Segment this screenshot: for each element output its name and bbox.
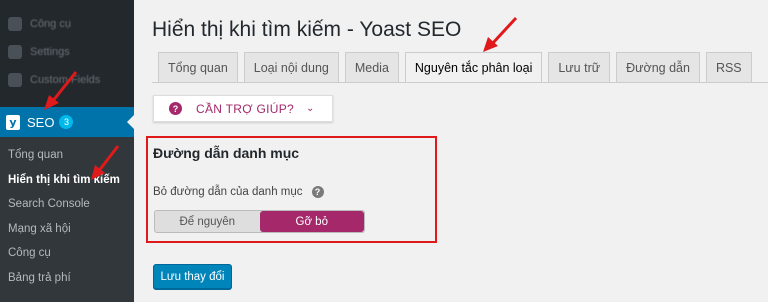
- tab-content-types[interactable]: Loại nội dung: [243, 52, 339, 83]
- annotation-arrow-icon: [44, 71, 78, 110]
- help-button[interactable]: ? CẦN TRỢ GIÚP? ⌄: [153, 95, 333, 122]
- submenu-item-social[interactable]: Mạng xã hội: [0, 217, 134, 242]
- tab-archives[interactable]: Lưu trữ: [548, 52, 611, 83]
- help-label: CẦN TRỢ GIÚP?: [196, 101, 294, 116]
- page-title: Hiển thị khi tìm kiếm - Yoast SEO: [152, 18, 462, 41]
- sidebar-item-blurred[interactable]: Settings: [0, 38, 134, 66]
- field-label-text: Bỏ đường dẫn của danh mục: [153, 186, 303, 198]
- annotation-arrow-icon: [483, 16, 518, 52]
- menu-icon: [8, 17, 22, 31]
- tab-overview[interactable]: Tổng quan: [158, 52, 238, 83]
- tab-rss[interactable]: RSS: [705, 52, 752, 83]
- annotation-arrow-icon: [91, 145, 120, 180]
- notification-badge: 3: [59, 115, 74, 129]
- sidebar-item-label: Settings: [30, 46, 70, 58]
- section-title: Đường dẫn danh mục: [153, 145, 300, 161]
- field-label: Bỏ đường dẫn của danh mục ?: [153, 186, 324, 198]
- tab-breadcrumbs[interactable]: Đường dẫn: [616, 52, 700, 83]
- chevron-down-icon: ⌄: [305, 103, 315, 114]
- submenu-item-tools[interactable]: Công cụ: [0, 241, 134, 266]
- sidebar-item-label: SEO: [27, 114, 55, 130]
- yoast-logo-icon: y: [6, 114, 20, 130]
- help-question-icon[interactable]: ?: [311, 186, 324, 198]
- question-icon: ?: [169, 102, 182, 115]
- tab-bar: Tổng quan Loại nội dung Media Nguyên tắc…: [158, 52, 758, 83]
- menu-icon: [8, 73, 22, 87]
- sidebar-item-label: Công cụ: [30, 18, 71, 30]
- save-changes-button[interactable]: Lưu thay đổi: [153, 264, 232, 289]
- menu-icon: [8, 45, 22, 59]
- sidebar-item-blurred[interactable]: Công cụ: [0, 10, 134, 38]
- submenu-item-search-console[interactable]: Search Console: [0, 192, 134, 217]
- toggle-option-keep[interactable]: Để nguyên: [155, 211, 260, 232]
- tab-divider: [152, 82, 768, 83]
- submenu-item-premium[interactable]: Bảng trả phí: [0, 266, 134, 291]
- tab-taxonomies[interactable]: Nguyên tắc phân loại: [404, 52, 543, 83]
- toggle-option-remove[interactable]: Gỡ bỏ: [259, 211, 364, 232]
- strip-category-base-toggle: Để nguyên Gỡ bỏ: [154, 210, 365, 233]
- tab-media[interactable]: Media: [344, 52, 399, 83]
